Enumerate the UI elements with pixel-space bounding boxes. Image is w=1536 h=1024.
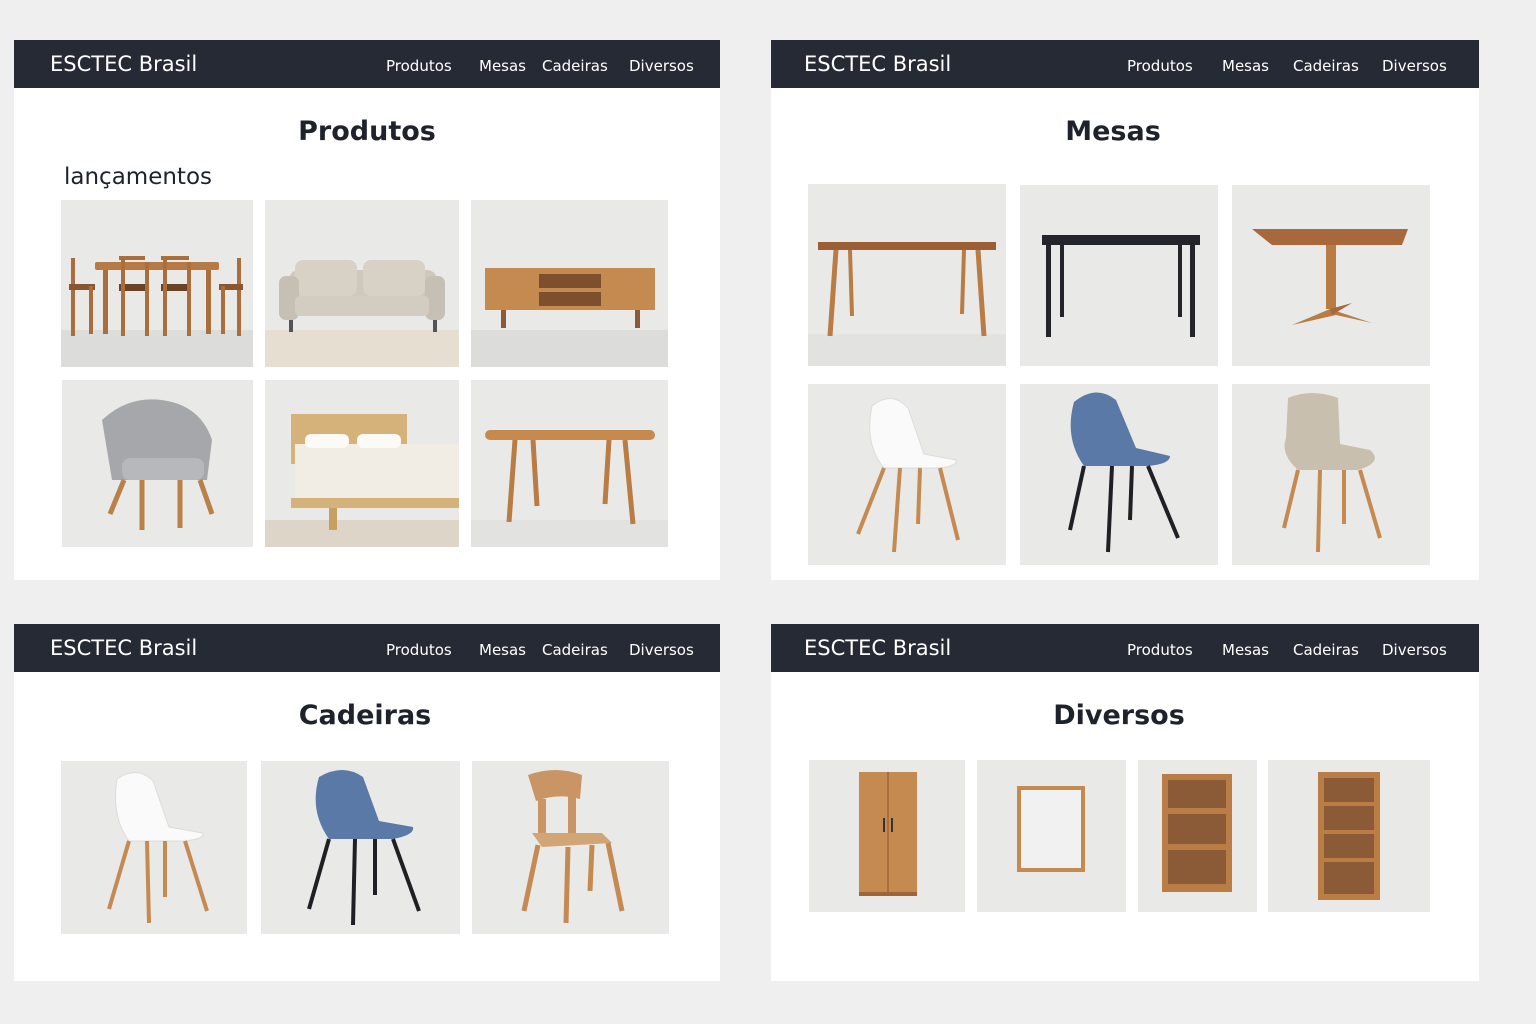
nav-mesas[interactable]: Mesas [479,40,526,92]
product-tile-oval-table[interactable] [471,380,668,547]
white-chair-icon [107,772,209,924]
product-tile-dining-set[interactable] [61,200,253,367]
armchair-icon [102,399,215,530]
white-chair-icon [856,398,960,553]
navbar: ESCTEC Brasil Produtos Mesas Cadeiras Di… [14,40,720,88]
wooden-table-icon [808,242,1006,366]
bed-icon [265,414,459,547]
nav-diversos[interactable]: Diversos [629,624,694,676]
blue-chair-icon [307,770,421,926]
product-tile-tv-stand[interactable] [471,200,668,367]
nav-produtos[interactable]: Produtos [386,624,452,676]
mesas-page: ESCTEC Brasil Produtos Mesas Cadeiras Di… [771,40,1479,580]
blue-chair-icon [1068,392,1180,553]
nav-diversos[interactable]: Diversos [629,40,694,92]
oval-table-icon [471,430,668,547]
cadeiras-page: ESCTEC Brasil Produtos Mesas Cadeiras Di… [14,624,720,981]
brand-logo[interactable]: ESCTEC Brasil [804,40,951,88]
bookcase-icon [1318,772,1380,900]
shelf-icon [1162,774,1232,892]
section-subtitle: lançamentos [64,164,213,190]
nav-produtos[interactable]: Produtos [1127,624,1193,676]
product-tile-pedestal-table[interactable] [1232,185,1430,366]
beige-chair-icon [1282,393,1382,553]
navbar: ESCTEC Brasil Produtos Mesas Cadeiras Di… [771,624,1479,672]
nav-mesas[interactable]: Mesas [479,624,526,676]
nav-cadeiras[interactable]: Cadeiras [1293,624,1359,676]
nav-diversos[interactable]: Diversos [1382,40,1447,92]
product-tile-bookcase[interactable] [1268,760,1430,912]
nav-mesas[interactable]: Mesas [1222,624,1269,676]
brand-logo[interactable]: ESCTEC Brasil [50,40,197,88]
page-title: Diversos [1053,700,1185,731]
page-title: Produtos [298,116,436,147]
product-tile-blue-chair[interactable] [1020,384,1218,565]
produtos-page: ESCTEC Brasil Produtos Mesas Cadeiras Di… [14,40,720,580]
product-tile-frame[interactable] [977,760,1126,912]
nav-mesas[interactable]: Mesas [1222,40,1269,92]
black-table-icon [1042,235,1200,337]
nav-cadeiras[interactable]: Cadeiras [542,624,608,676]
nav-produtos[interactable]: Produtos [386,40,452,92]
product-tile-bed[interactable] [265,380,459,547]
nav-diversos[interactable]: Diversos [1382,624,1447,676]
brand-logo[interactable]: ESCTEC Brasil [50,624,197,672]
tv-stand-icon [471,268,668,367]
wooden-chair-icon [521,770,625,924]
product-tile-armchair[interactable] [62,380,253,547]
pedestal-table-icon [1252,229,1408,325]
product-tile-shelf[interactable] [1138,760,1257,912]
brand-logo[interactable]: ESCTEC Brasil [804,624,951,672]
product-tile-black-table[interactable] [1020,185,1218,366]
sofa-icon [265,260,459,367]
frame-icon [1017,786,1085,872]
product-tile-beige-chair[interactable] [1232,384,1430,565]
page-title: Cadeiras [298,700,432,731]
nav-cadeiras[interactable]: Cadeiras [542,40,608,92]
product-tile-wardrobe[interactable] [809,760,965,912]
product-tile-wooden-table[interactable] [808,184,1006,366]
dining-set-icon [61,256,253,367]
page-title: Mesas [1065,116,1161,147]
wardrobe-icon [859,772,917,896]
product-tile-sofa[interactable] [265,200,459,367]
nav-cadeiras[interactable]: Cadeiras [1293,40,1359,92]
nav-produtos[interactable]: Produtos [1127,40,1193,92]
navbar: ESCTEC Brasil Produtos Mesas Cadeiras Di… [771,40,1479,88]
product-tile-white-chair[interactable] [61,761,247,934]
product-tile-blue-chair[interactable] [261,761,460,934]
product-tile-white-chair[interactable] [808,384,1006,565]
product-tile-wooden-chair[interactable] [472,761,669,934]
navbar: ESCTEC Brasil Produtos Mesas Cadeiras Di… [14,624,720,672]
diversos-page: ESCTEC Brasil Produtos Mesas Cadeiras Di… [771,624,1479,981]
